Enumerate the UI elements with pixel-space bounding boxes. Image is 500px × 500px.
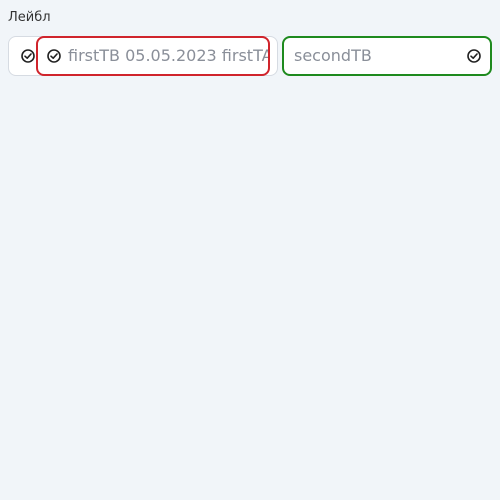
second-field-value: secondTB bbox=[294, 46, 372, 65]
check-circle-icon bbox=[20, 48, 36, 64]
check-circle-icon bbox=[466, 48, 482, 64]
second-text-field[interactable]: secondTB bbox=[282, 36, 492, 76]
first-field-value: firstTB 05.05.2023 firstTA bbox=[68, 46, 268, 65]
first-text-field[interactable]: firstTB 05.05.2023 firstTA bbox=[36, 36, 270, 76]
check-circle-icon bbox=[46, 48, 62, 64]
field-label: Лейбл bbox=[8, 10, 51, 25]
input-group: firstTB 05.05.2023 firstTA secondTB bbox=[8, 36, 492, 76]
